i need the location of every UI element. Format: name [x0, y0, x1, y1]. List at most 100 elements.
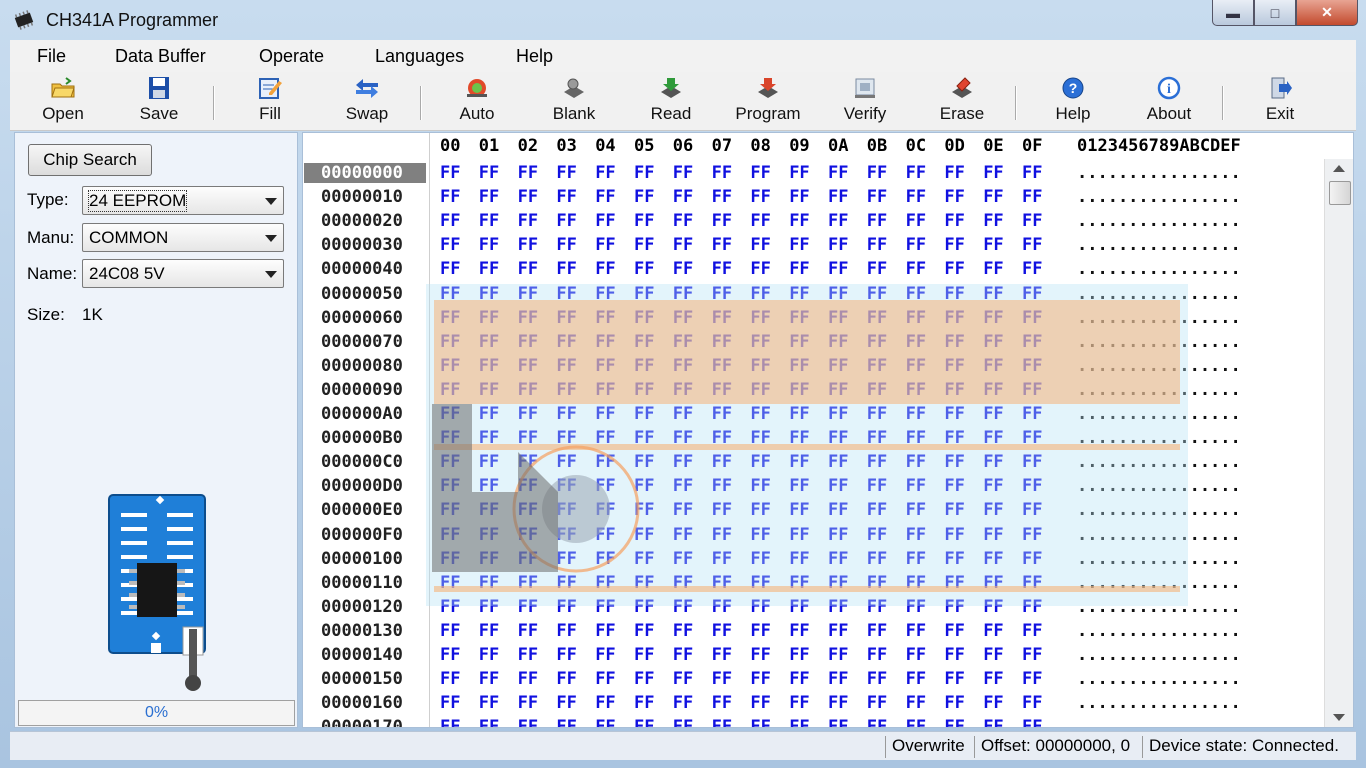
hex-byte-cell[interactable]: FF — [789, 645, 809, 665]
hex-byte-cell[interactable]: FF — [518, 284, 538, 304]
hex-byte-cell[interactable]: FF — [867, 163, 887, 183]
hex-byte-cell[interactable]: FF — [944, 163, 964, 183]
swap-button[interactable]: Swap — [322, 74, 412, 128]
hex-byte-cell[interactable]: FF — [1022, 356, 1042, 376]
hex-byte-cell[interactable]: FF — [750, 211, 770, 231]
hex-byte-cell[interactable]: FF — [634, 525, 654, 545]
hex-byte-cell[interactable]: FF — [944, 452, 964, 472]
hex-byte-cell[interactable]: FF — [867, 693, 887, 713]
program-button[interactable]: Program — [723, 74, 813, 128]
hex-byte-cell[interactable]: FF — [595, 380, 615, 400]
hex-row[interactable]: 000000C0 FF FF FF FF FF FF FF FF FF FF FF FF FF FF FF FF… — [303, 450, 1325, 474]
hex-byte-cell[interactable]: FF — [712, 187, 732, 207]
hex-byte-cell[interactable]: FF — [906, 211, 926, 231]
hex-byte-cell[interactable]: FF — [983, 211, 1003, 231]
ascii-cell[interactable]: ................ — [1077, 356, 1241, 376]
hex-byte-cell[interactable]: FF — [595, 452, 615, 472]
hex-byte-cell[interactable]: FF — [673, 308, 693, 328]
hex-byte-cell[interactable]: FF — [595, 332, 615, 352]
ascii-cell[interactable]: ................ — [1077, 500, 1241, 520]
hex-byte-cell[interactable]: FF — [479, 163, 499, 183]
hex-byte-cell[interactable]: FF — [595, 428, 615, 448]
hex-byte-cell[interactable]: FF — [479, 525, 499, 545]
hex-byte-cell[interactable]: FF — [440, 573, 460, 593]
hex-byte-cell[interactable]: FF — [828, 500, 848, 520]
hex-byte-cell[interactable]: FF — [867, 549, 887, 569]
hex-byte-cell[interactable]: FF — [595, 549, 615, 569]
hex-byte-cell[interactable]: FF — [906, 404, 926, 424]
hex-byte-cell[interactable]: FF — [556, 308, 576, 328]
hex-byte-cell[interactable]: FF — [789, 693, 809, 713]
hex-byte-cell[interactable]: FF — [634, 284, 654, 304]
hex-byte-cell[interactable]: FF — [712, 476, 732, 496]
hex-byte-cell[interactable]: FF — [750, 669, 770, 689]
hex-byte-cell[interactable]: FF — [440, 525, 460, 545]
hex-byte-cell[interactable]: FF — [983, 380, 1003, 400]
hex-byte-cell[interactable]: FF — [712, 428, 732, 448]
hex-byte-cell[interactable]: FF — [983, 428, 1003, 448]
hex-byte-cell[interactable]: FF — [556, 356, 576, 376]
hex-byte-cell[interactable]: FF — [1022, 235, 1042, 255]
hex-byte-cell[interactable]: FF — [673, 621, 693, 641]
hex-byte-cell[interactable]: FF — [712, 404, 732, 424]
hex-byte-cell[interactable]: FF — [750, 621, 770, 641]
exit-button[interactable]: Exit — [1235, 74, 1325, 128]
hex-byte-cell[interactable]: FF — [673, 211, 693, 231]
hex-byte-cell[interactable]: FF — [867, 476, 887, 496]
hex-byte-cell[interactable]: FF — [789, 476, 809, 496]
hex-byte-cell[interactable]: FF — [712, 308, 732, 328]
hex-byte-cell[interactable]: FF — [518, 380, 538, 400]
hex-row[interactable]: 00000140 FF FF FF FF FF FF FF FF FF FF FF FF FF FF FF FF… — [303, 643, 1325, 667]
hex-byte-cell[interactable]: FF — [828, 332, 848, 352]
hex-byte-cell[interactable]: FF — [944, 284, 964, 304]
hex-byte-cell[interactable]: FF — [1022, 597, 1042, 617]
hex-byte-cell[interactable]: FF — [944, 525, 964, 545]
hex-byte-cell[interactable]: FF — [518, 187, 538, 207]
hex-byte-cell[interactable]: FF — [867, 717, 887, 727]
hex-byte-cell[interactable]: FF — [828, 235, 848, 255]
hex-byte-cell[interactable]: FF — [906, 356, 926, 376]
hex-byte-cell[interactable]: FF — [1022, 621, 1042, 641]
hex-byte-cell[interactable]: FF — [828, 259, 848, 279]
ascii-cell[interactable]: ................ — [1077, 187, 1241, 207]
hex-byte-cell[interactable]: FF — [712, 259, 732, 279]
hex-byte-cell[interactable]: FF — [867, 187, 887, 207]
hex-byte-cell[interactable]: FF — [983, 259, 1003, 279]
hex-byte-cell[interactable]: FF — [634, 332, 654, 352]
hex-byte-cell[interactable]: FF — [556, 284, 576, 304]
hex-row[interactable]: 00000000 FF FF FF FF FF FF FF FF FF FF FF FF FF FF FF FF… — [303, 161, 1325, 185]
hex-byte-cell[interactable]: FF — [983, 235, 1003, 255]
hex-byte-cell[interactable]: FF — [479, 597, 499, 617]
hex-byte-cell[interactable]: FF — [634, 452, 654, 472]
hex-byte-cell[interactable]: FF — [828, 573, 848, 593]
hex-byte-cell[interactable]: FF — [906, 163, 926, 183]
hex-byte-cell[interactable]: FF — [944, 621, 964, 641]
hex-row[interactable]: 00000150 FF FF FF FF FF FF FF FF FF FF FF FF FF FF FF FF… — [303, 667, 1325, 691]
hex-byte-cell[interactable]: FF — [479, 404, 499, 424]
hex-byte-cell[interactable]: FF — [789, 428, 809, 448]
hex-byte-cell[interactable]: FF — [867, 669, 887, 689]
hex-byte-cell[interactable]: FF — [1022, 380, 1042, 400]
hex-byte-cell[interactable]: FF — [440, 259, 460, 279]
hex-byte-cell[interactable]: FF — [479, 259, 499, 279]
menu-help[interactable]: Help — [516, 46, 553, 67]
hex-byte-cell[interactable]: FF — [634, 356, 654, 376]
hex-byte-cell[interactable]: FF — [556, 525, 576, 545]
hex-byte-cell[interactable]: FF — [479, 573, 499, 593]
ascii-cell[interactable]: ................ — [1077, 235, 1241, 255]
hex-byte-cell[interactable]: FF — [440, 235, 460, 255]
maximize-button[interactable]: □ — [1254, 0, 1296, 26]
hex-byte-cell[interactable]: FF — [983, 669, 1003, 689]
hex-byte-cell[interactable]: FF — [712, 597, 732, 617]
hex-byte-cell[interactable]: FF — [479, 428, 499, 448]
hex-byte-cell[interactable]: FF — [906, 669, 926, 689]
hex-byte-cell[interactable]: FF — [556, 669, 576, 689]
hex-byte-cell[interactable]: FF — [634, 573, 654, 593]
hex-byte-cell[interactable]: FF — [867, 573, 887, 593]
scroll-down-icon[interactable] — [1333, 714, 1345, 721]
hex-byte-cell[interactable]: FF — [712, 380, 732, 400]
hex-byte-cell[interactable]: FF — [712, 356, 732, 376]
hex-byte-cell[interactable]: FF — [479, 621, 499, 641]
hex-byte-cell[interactable]: FF — [750, 597, 770, 617]
hex-byte-cell[interactable]: FF — [712, 332, 732, 352]
